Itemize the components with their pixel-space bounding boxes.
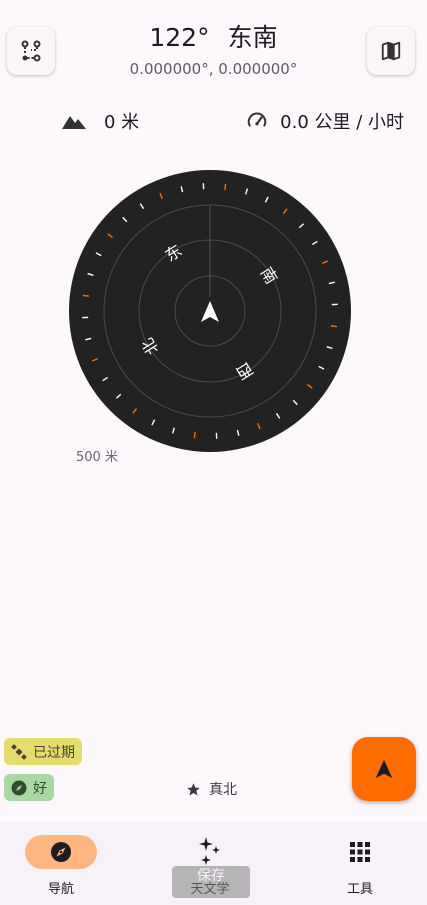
dial-tick	[331, 325, 338, 328]
altitude-row: 0 米	[62, 108, 139, 134]
nav-indicator	[324, 835, 396, 869]
navigation-arrow-icon	[375, 759, 393, 779]
accuracy-chip[interactable]: 好	[4, 774, 54, 801]
north-reference[interactable]: 真北	[186, 779, 237, 799]
speed-value: 0.0 公里 / 小时	[280, 112, 404, 133]
grid-icon	[350, 842, 370, 862]
coordinates: 0.000000°, 0.000000°	[129, 60, 298, 78]
heading-display: 122° 东南	[0, 22, 427, 54]
bearing-value: 122°	[149, 23, 210, 52]
scale-label: 500 米	[76, 450, 118, 465]
gps-status-label: 已过期	[33, 744, 75, 761]
nav-indicator	[174, 835, 246, 869]
nav-label-tools: 工具	[346, 882, 373, 897]
star-icon	[187, 782, 200, 795]
dial-tick	[193, 432, 196, 439]
dial-tick	[224, 183, 227, 190]
direction-value: 东南	[227, 23, 278, 52]
accuracy-label: 好	[33, 780, 47, 797]
compass-small-icon	[11, 780, 27, 795]
dial-tick	[82, 294, 89, 297]
nav-item-tools[interactable]: 工具	[300, 835, 420, 897]
gps-status-chip[interactable]: 已过期	[4, 738, 82, 765]
map-icon	[381, 41, 401, 61]
toast-message: 保存	[172, 866, 250, 898]
nav-label-navigation: 导航	[47, 882, 74, 897]
nav-indicator	[25, 835, 97, 869]
north-reference-label: 真北	[209, 782, 237, 798]
compass-icon	[51, 842, 71, 862]
satellite-icon	[11, 743, 27, 760]
sparkles-icon	[199, 837, 220, 865]
speedometer-icon	[247, 112, 267, 127]
compass-dial: 东 南 西 北	[69, 170, 351, 452]
speed-row: 0.0 公里 / 小时	[246, 108, 404, 134]
navigate-fab[interactable]	[352, 737, 416, 801]
nav-item-navigation[interactable]: 导航	[1, 835, 121, 897]
mountain-icon	[62, 116, 86, 129]
map-button[interactable]	[367, 27, 415, 75]
altitude-value: 0 米	[104, 112, 140, 133]
